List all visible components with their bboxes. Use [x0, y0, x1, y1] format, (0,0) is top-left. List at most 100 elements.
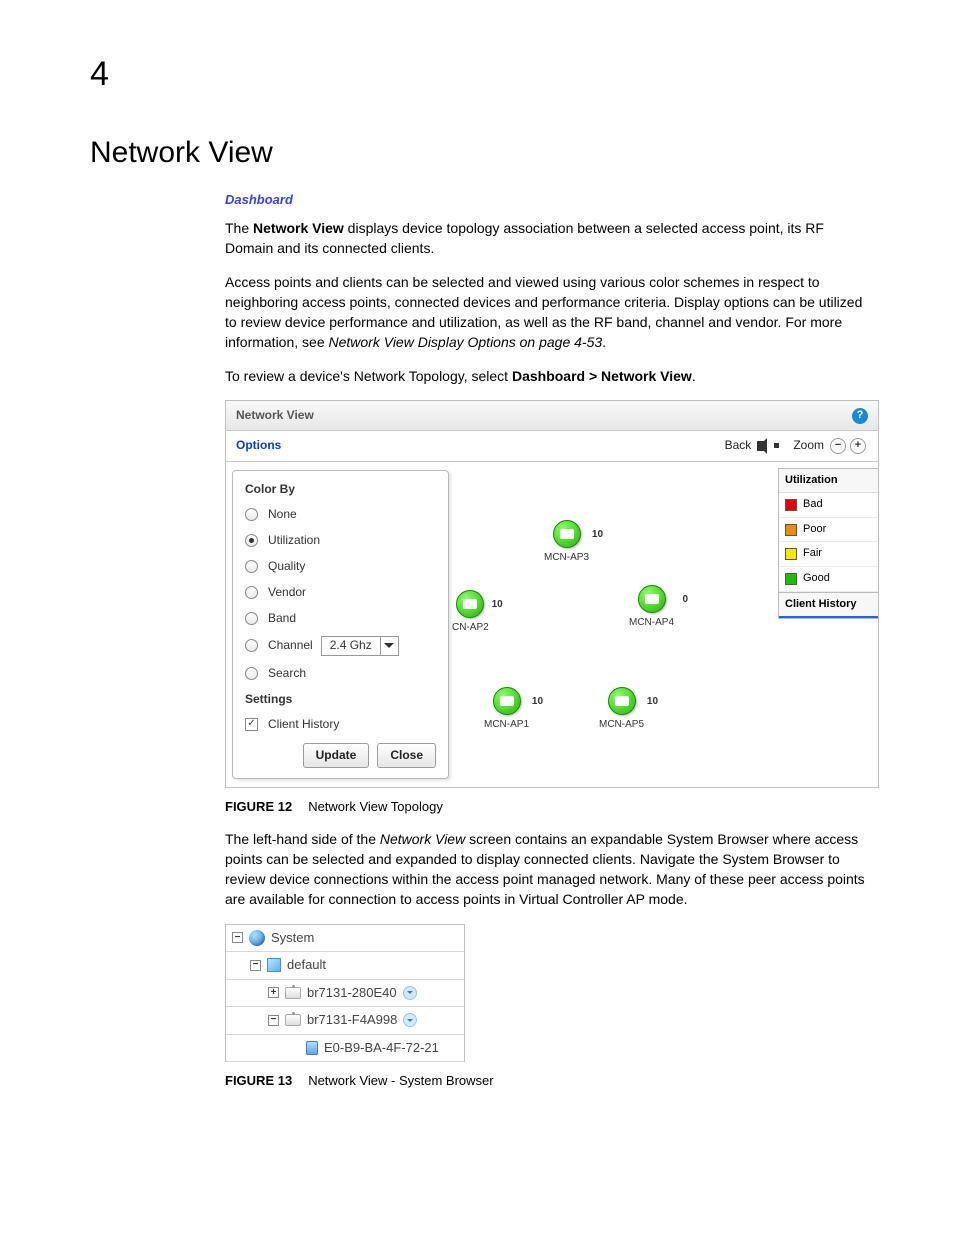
topology-canvas[interactable]: 10 MCN-AP3 10 CN-AP2 0 MCN-AP4 10 MCN-AP… — [449, 462, 778, 787]
zoom-out-icon[interactable]: − — [830, 438, 846, 454]
radio-search[interactable]: Search — [245, 665, 436, 682]
checkbox-client-history[interactable]: ✓Client History — [245, 716, 436, 733]
panel-toolbar: Options Back Zoom − + — [226, 431, 878, 461]
tree-label: System — [271, 929, 314, 947]
radio-icon — [245, 560, 258, 573]
paragraph-1: The Network View displays device topolog… — [225, 219, 874, 259]
ap-label: MCN-AP4 — [629, 616, 674, 630]
swatch-icon — [785, 548, 797, 560]
tree-label: br7131-280E40 — [307, 984, 397, 1002]
ap-icon — [285, 987, 301, 999]
radio-label: Utilization — [268, 532, 320, 549]
ap-node[interactable]: 10 MCN-AP1 — [484, 687, 529, 732]
legend-row: Good — [779, 567, 878, 592]
client-icon — [306, 1041, 318, 1055]
ap-icon — [553, 520, 581, 548]
ap-icon — [608, 687, 636, 715]
radio-utilization[interactable]: Utilization — [245, 532, 436, 549]
ap-node[interactable]: 10 MCN-AP3 — [544, 520, 589, 565]
globe-icon — [249, 930, 265, 946]
tree-row-system[interactable]: − System — [226, 925, 464, 952]
legend-heading: Utilization — [779, 469, 878, 494]
text-italic: Network View — [380, 831, 465, 847]
ap-icon — [456, 590, 484, 618]
tree-label: default — [287, 956, 326, 974]
ap-count: 10 — [492, 598, 503, 612]
options-panel: Color By None Utilization Quality Vendor… — [232, 470, 449, 779]
radio-icon — [245, 534, 258, 547]
legend-label: Poor — [803, 522, 826, 538]
radio-label: Search — [268, 665, 306, 682]
tree-row-ap-b[interactable]: − br7131-F4A998 — [226, 1007, 464, 1034]
dashboard-link[interactable]: Dashboard — [225, 191, 874, 209]
dropdown-icon[interactable] — [403, 986, 417, 1000]
swatch-icon — [785, 524, 797, 536]
tree-row-default[interactable]: − default — [226, 952, 464, 979]
text-italic: Network View Display Options on page 4-5… — [329, 334, 603, 350]
figure-13-caption: FIGURE 13Network View - System Browser — [225, 1072, 874, 1090]
options-link[interactable]: Options — [236, 437, 281, 454]
ap-node[interactable]: 0 MCN-AP4 — [629, 585, 674, 630]
radio-label: Vendor — [268, 584, 306, 601]
figure-12-caption: FIGURE 12Network View Topology — [225, 798, 874, 816]
select-value: 2.4 Ghz — [322, 637, 380, 654]
ap-node[interactable]: 10 CN-AP2 — [452, 590, 489, 635]
checkbox-label: Client History — [268, 716, 339, 733]
tree-row-ap-a[interactable]: + br7131-280E40 — [226, 980, 464, 1007]
text: . — [692, 368, 696, 384]
ap-node[interactable]: 10 MCN-AP5 — [599, 687, 644, 732]
radio-label: Band — [268, 610, 296, 627]
text: The left-hand side of the — [225, 831, 380, 847]
legend-row: Bad — [779, 493, 878, 518]
collapse-icon[interactable]: − — [268, 1015, 279, 1026]
ap-label: MCN-AP1 — [484, 718, 529, 732]
text: The — [225, 220, 253, 236]
close-button[interactable]: Close — [377, 743, 436, 768]
radio-none[interactable]: None — [245, 506, 436, 523]
zoom-in-icon[interactable]: + — [850, 438, 866, 454]
legend-label: Bad — [803, 497, 823, 513]
back-label: Back — [725, 437, 752, 454]
radio-label: Quality — [268, 558, 305, 575]
system-browser-tree: − System − default + br7131-280E40 − br7… — [225, 924, 465, 1062]
ap-icon — [285, 1014, 301, 1026]
radio-vendor[interactable]: Vendor — [245, 584, 436, 601]
back-icon[interactable] — [757, 441, 779, 451]
channel-select[interactable]: 2.4 Ghz — [321, 636, 399, 656]
help-icon[interactable]: ? — [852, 408, 868, 424]
radio-band[interactable]: Band — [245, 610, 436, 627]
chapter-number: 4 — [90, 50, 874, 98]
expand-icon[interactable]: + — [268, 987, 279, 998]
swatch-icon — [785, 499, 797, 511]
collapse-icon[interactable]: − — [232, 932, 243, 943]
legend-row: Poor — [779, 518, 878, 543]
ap-icon — [493, 687, 521, 715]
swatch-icon — [785, 573, 797, 585]
figure-title: Network View Topology — [308, 799, 443, 814]
legend-client-history: Client History — [779, 592, 878, 619]
paragraph-4: The left-hand side of the Network View s… — [225, 830, 874, 910]
network-view-panel: Network View ? Options Back Zoom − + Col… — [225, 400, 879, 787]
chevron-down-icon — [380, 637, 398, 655]
domain-icon — [267, 958, 281, 972]
tree-row-client[interactable]: E0-B9-BA-4F-72-21 — [226, 1035, 464, 1062]
ap-label: CN-AP2 — [452, 621, 489, 635]
ap-label: MCN-AP3 — [544, 551, 589, 565]
dropdown-icon[interactable] — [403, 1013, 417, 1027]
radio-channel[interactable]: Channel 2.4 Ghz — [245, 636, 436, 656]
ap-icon — [638, 585, 666, 613]
text-bold: Network View — [253, 220, 344, 236]
ap-count: 10 — [592, 528, 603, 542]
radio-icon — [245, 508, 258, 521]
collapse-icon[interactable]: − — [250, 960, 261, 971]
paragraph-2: Access points and clients can be selecte… — [225, 273, 874, 353]
radio-label: None — [268, 506, 297, 523]
radio-quality[interactable]: Quality — [245, 558, 436, 575]
ap-count: 0 — [682, 593, 688, 607]
paragraph-3: To review a device's Network Topology, s… — [225, 367, 874, 387]
legend-label: Good — [803, 571, 830, 587]
update-button[interactable]: Update — [303, 743, 370, 768]
ap-label: MCN-AP5 — [599, 718, 644, 732]
figure-title: Network View - System Browser — [308, 1073, 493, 1088]
legend-row: Fair — [779, 542, 878, 567]
